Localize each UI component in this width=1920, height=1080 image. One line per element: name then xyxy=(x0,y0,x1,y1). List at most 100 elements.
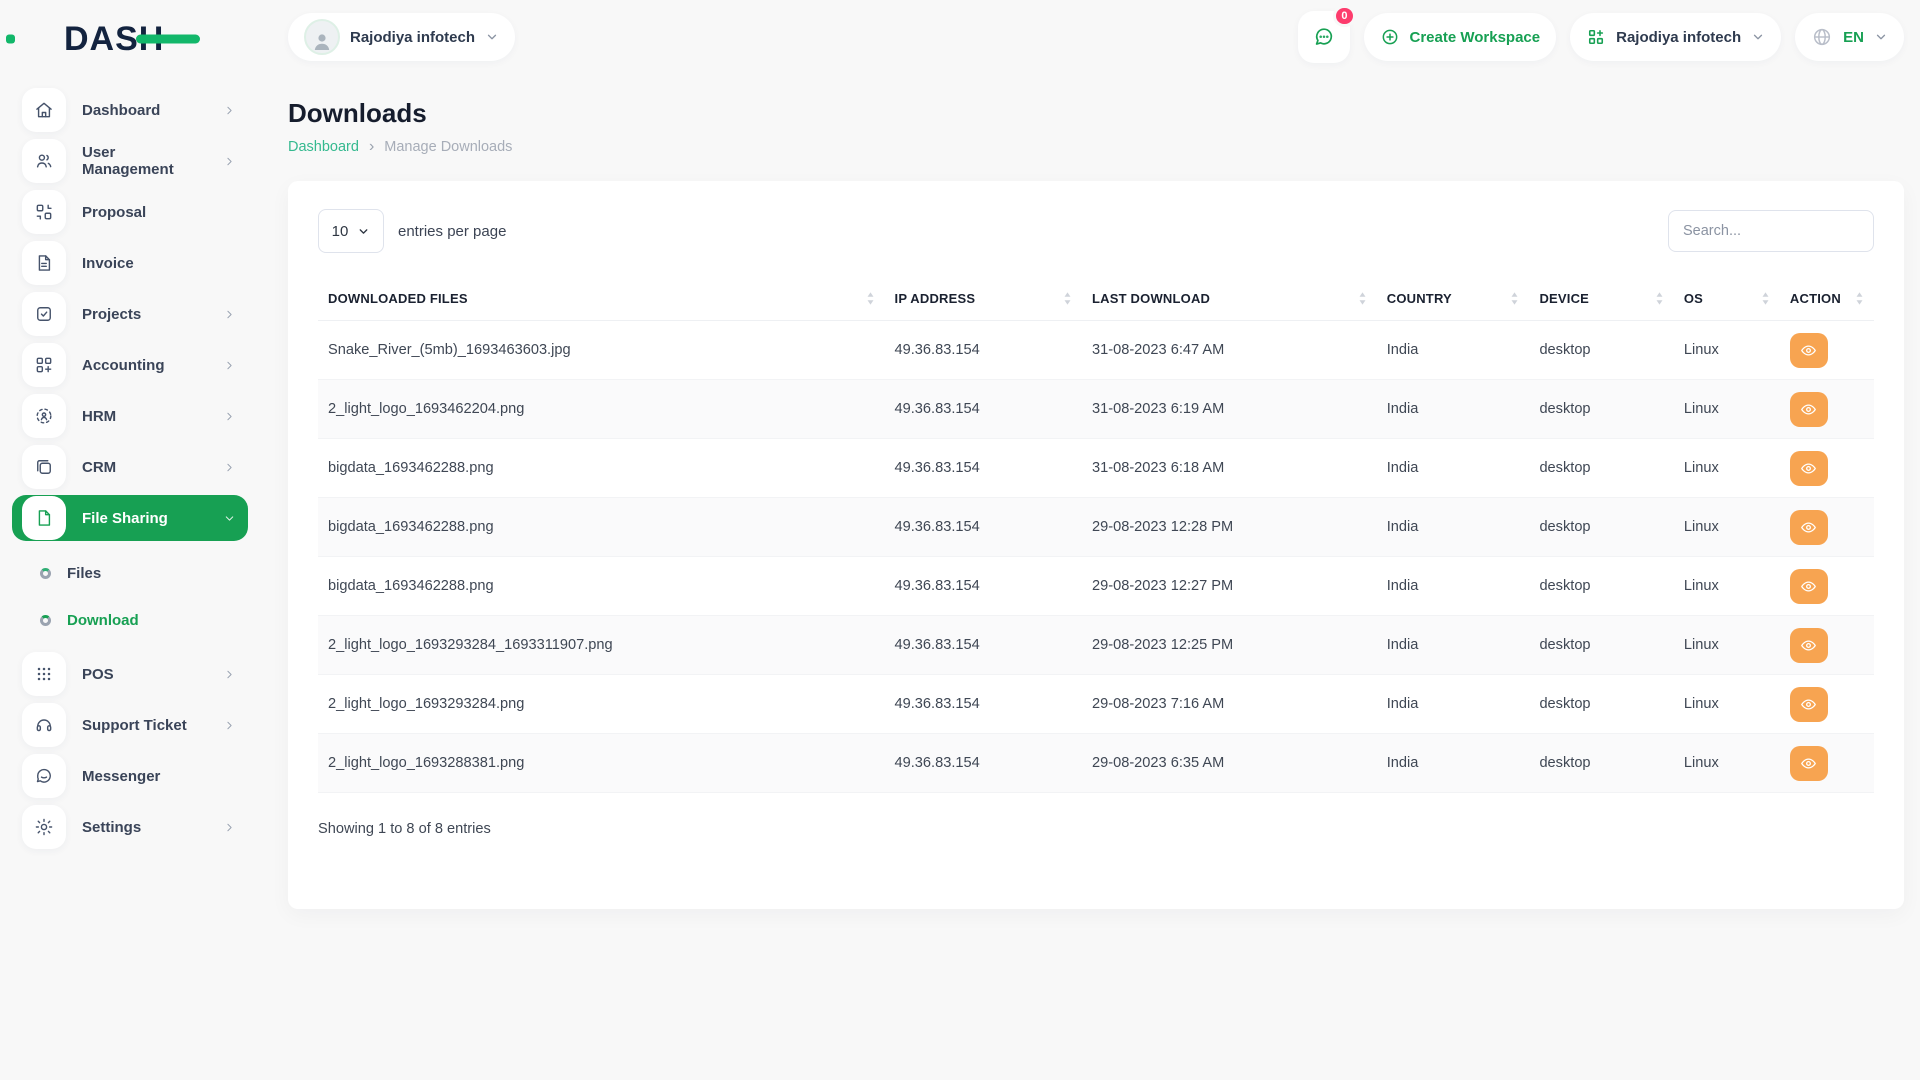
invoice-icon xyxy=(22,241,66,285)
app-logo[interactable]: DASH xyxy=(0,6,260,72)
chevron-right-icon xyxy=(223,308,236,321)
sidebar-item-label: Settings xyxy=(82,819,141,836)
create-workspace-label: Create Workspace xyxy=(1410,29,1541,46)
view-download-button[interactable] xyxy=(1790,746,1828,781)
sidebar-item-label: Dashboard xyxy=(82,102,160,119)
table-row: bigdata_1693462288.png49.36.83.15429-08-… xyxy=(318,498,1874,557)
sidebar-item-messenger[interactable]: Messenger xyxy=(12,753,248,799)
column-header-ip-address[interactable]: IP ADDRESS xyxy=(885,277,1082,321)
accounting-icon xyxy=(22,343,66,387)
chevron-right-icon xyxy=(223,104,236,117)
workspace-avatar xyxy=(304,19,340,55)
table-row: bigdata_1693462288.png49.36.83.15431-08-… xyxy=(318,439,1874,498)
column-header-country[interactable]: COUNTRY xyxy=(1377,277,1530,321)
view-download-button[interactable] xyxy=(1790,333,1828,368)
last-download-cell: 31-08-2023 6:47 AM xyxy=(1082,321,1377,380)
sidebar-subitem-download[interactable]: Download xyxy=(0,597,260,644)
eye-icon xyxy=(1800,637,1817,654)
create-workspace-button[interactable]: Create Workspace xyxy=(1364,13,1557,61)
column-header-last-download[interactable]: LAST DOWNLOAD xyxy=(1082,277,1377,321)
sidebar-subitem-files[interactable]: Files xyxy=(0,550,260,597)
language-selector[interactable]: EN xyxy=(1795,13,1904,61)
os-cell: Linux xyxy=(1674,675,1780,734)
country-cell: India xyxy=(1377,557,1530,616)
chevron-right-icon xyxy=(223,155,236,168)
chat-icon xyxy=(1312,25,1336,49)
file-name-cell: Snake_River_(5mb)_1693463603.jpg xyxy=(318,321,885,380)
file-name-cell: 2_light_logo_1693293284_1693311907.png xyxy=(318,616,885,675)
globe-icon xyxy=(1811,26,1833,48)
ip-address-cell: 49.36.83.154 xyxy=(885,380,1082,439)
action-cell xyxy=(1780,380,1874,439)
sidebar-item-user-management[interactable]: User Management xyxy=(12,138,248,184)
sidebar-item-settings[interactable]: Settings xyxy=(12,804,248,850)
eye-icon xyxy=(1800,696,1817,713)
view-download-button[interactable] xyxy=(1790,392,1828,427)
file-name-cell: 2_light_logo_1693462204.png xyxy=(318,380,885,439)
page-title: Downloads xyxy=(288,98,1904,129)
workspace-selector[interactable]: Rajodiya infotech xyxy=(288,13,515,61)
sidebar-item-dashboard[interactable]: Dashboard xyxy=(12,87,248,133)
support-icon xyxy=(22,703,66,747)
device-cell: desktop xyxy=(1529,498,1673,557)
country-cell: India xyxy=(1377,734,1530,793)
device-cell: desktop xyxy=(1529,439,1673,498)
users-icon xyxy=(22,139,66,183)
device-cell: desktop xyxy=(1529,734,1673,793)
chevron-right-icon xyxy=(223,821,236,834)
messages-count-badge: 0 xyxy=(1333,5,1355,27)
home-icon xyxy=(22,88,66,132)
downloads-card: 10 entries per page DOWNLOADED FILESIP A… xyxy=(288,181,1904,909)
os-cell: Linux xyxy=(1674,321,1780,380)
sidebar-item-label: Messenger xyxy=(82,768,160,785)
sidebar-item-crm[interactable]: CRM xyxy=(12,444,248,490)
sort-icon xyxy=(1496,291,1519,306)
column-header-downloaded-files[interactable]: DOWNLOADED FILES xyxy=(318,277,885,321)
company-name: Rajodiya infotech xyxy=(1616,29,1741,46)
view-download-button[interactable] xyxy=(1790,451,1828,486)
column-header-action[interactable]: ACTION xyxy=(1780,277,1874,321)
entries-per-page-label: entries per page xyxy=(398,223,506,240)
sidebar-item-accounting[interactable]: Accounting xyxy=(12,342,248,388)
breadcrumb-dashboard-link[interactable]: Dashboard xyxy=(288,139,359,155)
sidebar-item-support-ticket[interactable]: Support Ticket xyxy=(12,702,248,748)
ip-address-cell: 49.36.83.154 xyxy=(885,557,1082,616)
crm-icon xyxy=(22,445,66,489)
sidebar-item-proposal[interactable]: Proposal xyxy=(12,189,248,235)
entries-per-page-select[interactable]: 10 xyxy=(318,209,384,253)
proposal-icon xyxy=(22,190,66,234)
sidebar-item-file-sharing[interactable]: File Sharing xyxy=(12,495,248,541)
sidebar-item-label: Invoice xyxy=(82,255,134,272)
view-download-button[interactable] xyxy=(1790,628,1828,663)
table-controls: 10 entries per page xyxy=(318,209,1874,253)
sidebar-item-label: HRM xyxy=(82,408,116,425)
sidebar-item-projects[interactable]: Projects xyxy=(12,291,248,337)
column-header-os[interactable]: OS xyxy=(1674,277,1780,321)
device-cell: desktop xyxy=(1529,557,1673,616)
chevron-right-icon xyxy=(223,359,236,372)
sidebar-item-hrm[interactable]: HRM xyxy=(12,393,248,439)
sidebar-item-label: Proposal xyxy=(82,204,146,221)
messages-button[interactable]: 0 xyxy=(1298,11,1350,63)
view-download-button[interactable] xyxy=(1790,687,1828,722)
company-selector[interactable]: Rajodiya infotech xyxy=(1570,13,1781,61)
sidebar-submenu: FilesDownload xyxy=(0,546,260,646)
view-download-button[interactable] xyxy=(1790,510,1828,545)
table-header-row: DOWNLOADED FILESIP ADDRESSLAST DOWNLOADC… xyxy=(318,277,1874,321)
search-input[interactable] xyxy=(1668,210,1874,252)
eye-icon xyxy=(1800,578,1817,595)
sort-icon xyxy=(1344,291,1367,306)
last-download-cell: 29-08-2023 12:27 PM xyxy=(1082,557,1377,616)
plus-circle-icon xyxy=(1380,27,1400,47)
last-download-cell: 29-08-2023 7:16 AM xyxy=(1082,675,1377,734)
table-row: bigdata_1693462288.png49.36.83.15429-08-… xyxy=(318,557,1874,616)
table-body: Snake_River_(5mb)_1693463603.jpg49.36.83… xyxy=(318,321,1874,793)
projects-icon xyxy=(22,292,66,336)
workspace-name: Rajodiya infotech xyxy=(350,29,475,46)
sidebar-item-pos[interactable]: POS xyxy=(12,651,248,697)
settings-icon xyxy=(22,805,66,849)
eye-icon xyxy=(1800,519,1817,536)
sidebar-item-invoice[interactable]: Invoice xyxy=(12,240,248,286)
view-download-button[interactable] xyxy=(1790,569,1828,604)
column-header-device[interactable]: DEVICE xyxy=(1529,277,1673,321)
